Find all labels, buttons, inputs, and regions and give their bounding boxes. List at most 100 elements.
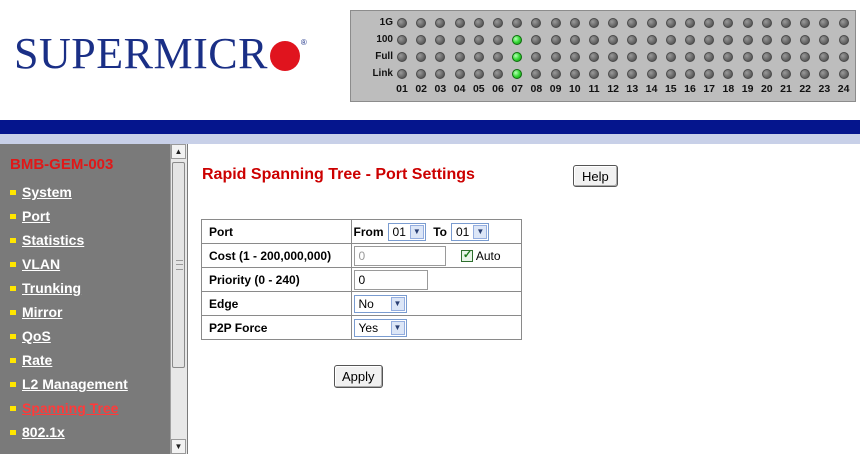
- to-label: To: [433, 224, 447, 239]
- port-10-led: [569, 52, 580, 62]
- port-08-led: [531, 69, 542, 79]
- sidebar-item-label[interactable]: VLAN: [22, 256, 60, 272]
- sidebar-item-spanning-tree[interactable]: Spanning Tree: [10, 397, 118, 419]
- port-16-led: [685, 52, 695, 62]
- sidebar-item-label[interactable]: Mirror: [22, 304, 62, 320]
- led-row-label: Link: [372, 68, 393, 79]
- port-18-led: [723, 52, 734, 62]
- sidebar-item-statistics[interactable]: Statistics: [10, 229, 84, 251]
- port-21-led: [781, 69, 791, 79]
- auto-checkbox[interactable]: [460, 248, 473, 262]
- port-01-led: [397, 52, 407, 62]
- grip-icon: [176, 260, 183, 270]
- port-09-led: [550, 69, 561, 79]
- sidebar: BMB-GEM-003 System Port Statistics VLAN …: [0, 144, 188, 454]
- scroll-down-arrow-icon[interactable]: ▼: [171, 439, 186, 454]
- chevron-down-icon: ▼: [390, 296, 405, 311]
- bullet-icon: [10, 189, 16, 195]
- p2p-force-cell: Yes ▼: [350, 315, 523, 340]
- sidebar-item-802-1x[interactable]: 802.1x: [10, 421, 65, 443]
- port-14-led: [646, 69, 657, 79]
- port-01-led: [397, 69, 407, 79]
- port-10-led: [569, 35, 580, 45]
- sidebar-scrollbar[interactable]: ▲ ▼: [170, 144, 187, 454]
- port-11-led: [589, 52, 599, 62]
- help-button[interactable]: Help: [573, 165, 618, 187]
- port-07-led: [512, 69, 523, 79]
- port-settings-table: Port From 01 ▼ To 01 ▼ Cost (1 - 200,000,000…: [201, 219, 523, 340]
- sidebar-item-port[interactable]: Port: [10, 205, 50, 227]
- port-10-led: [569, 69, 580, 79]
- port-03-led: [435, 18, 446, 28]
- port-02-led: [416, 35, 427, 45]
- sidebar-item-label[interactable]: QoS: [22, 328, 51, 344]
- sidebar-item-label[interactable]: 802.1x: [22, 424, 65, 440]
- logo-text: SUPERMICR: [14, 29, 268, 78]
- port-12-led: [608, 35, 619, 45]
- sidebar-item-vlan[interactable]: VLAN: [10, 253, 60, 275]
- port-to-value: 01: [456, 224, 470, 239]
- port-status-panel: 1G 100 Full Link 01 02 03 04 05 06 07 08 09 10 11 1…: [350, 10, 856, 102]
- led-row-full: Full: [351, 49, 857, 65]
- port-18-led: [723, 35, 734, 45]
- port-23-led: [819, 52, 830, 62]
- bullet-icon: [10, 237, 16, 243]
- port-03-led: [435, 69, 446, 79]
- sidebar-item-label[interactable]: L2 Management: [22, 376, 128, 392]
- sidebar-item-label[interactable]: Spanning Tree: [22, 400, 118, 416]
- sidebar-item-label[interactable]: Trunking: [22, 280, 81, 296]
- sidebar-item-l2-management[interactable]: L2 Management: [10, 373, 128, 395]
- scrollbar-thumb[interactable]: [172, 162, 185, 368]
- port-06-led: [493, 52, 503, 62]
- bullet-icon: [10, 213, 16, 219]
- table-row: Port From 01 ▼ To 01 ▼: [201, 219, 523, 244]
- port-10-led: [569, 18, 580, 28]
- table-row: Edge No ▼: [201, 291, 523, 316]
- supermicro-logo: SUPERMICR ®: [14, 24, 307, 84]
- priority-label: Priority (0 - 240): [201, 267, 352, 292]
- priority-input[interactable]: [353, 269, 428, 290]
- port-19-led: [742, 18, 753, 28]
- priority-cell: [350, 267, 523, 292]
- sidebar-item-label[interactable]: System: [22, 184, 72, 200]
- port-18-led: [723, 69, 734, 79]
- from-label: From: [353, 224, 384, 239]
- port-01-led: [397, 35, 407, 45]
- registered-mark: ®: [300, 38, 307, 47]
- scroll-up-arrow-icon[interactable]: ▲: [171, 144, 186, 159]
- port-19-led: [742, 35, 753, 45]
- port-16-led: [685, 35, 695, 45]
- table-row: Priority (0 - 240): [201, 267, 523, 292]
- port-16-led: [685, 69, 695, 79]
- port-20-led: [761, 52, 772, 62]
- auto-label: Auto: [475, 248, 501, 263]
- port-from-select[interactable]: 01 ▼: [387, 222, 426, 241]
- port-24-led: [838, 18, 849, 28]
- chevron-down-icon: ▼: [409, 224, 424, 239]
- port-06-led: [493, 18, 503, 28]
- port-17-led: [704, 69, 715, 79]
- port-range-cell: From 01 ▼ To 01 ▼: [350, 219, 523, 244]
- sidebar-item-qos[interactable]: QoS: [10, 325, 51, 347]
- edge-select[interactable]: No ▼: [353, 294, 407, 313]
- table-row: P2P Force Yes ▼: [201, 315, 523, 340]
- cost-cell: Auto: [350, 243, 523, 268]
- p2p-force-select[interactable]: Yes ▼: [353, 318, 407, 337]
- sidebar-item-rate[interactable]: Rate: [10, 349, 52, 371]
- sidebar-item-label[interactable]: Port: [22, 208, 50, 224]
- cost-input[interactable]: [353, 245, 446, 266]
- apply-button[interactable]: Apply: [334, 365, 383, 388]
- port-23-led: [819, 18, 830, 28]
- port-22-led: [800, 52, 811, 62]
- sidebar-item-trunking[interactable]: Trunking: [10, 277, 81, 299]
- port-11-led: [589, 35, 599, 45]
- port-to-select[interactable]: 01 ▼: [451, 222, 490, 241]
- port-04-led: [454, 52, 465, 62]
- sidebar-item-mirror[interactable]: Mirror: [10, 301, 62, 323]
- port-08-led: [531, 18, 542, 28]
- sidebar-item-label[interactable]: Rate: [22, 352, 52, 368]
- sidebar-item-system[interactable]: System: [10, 181, 72, 203]
- bullet-icon: [10, 405, 16, 411]
- sidebar-item-label[interactable]: Statistics: [22, 232, 84, 248]
- port-09-led: [550, 18, 561, 28]
